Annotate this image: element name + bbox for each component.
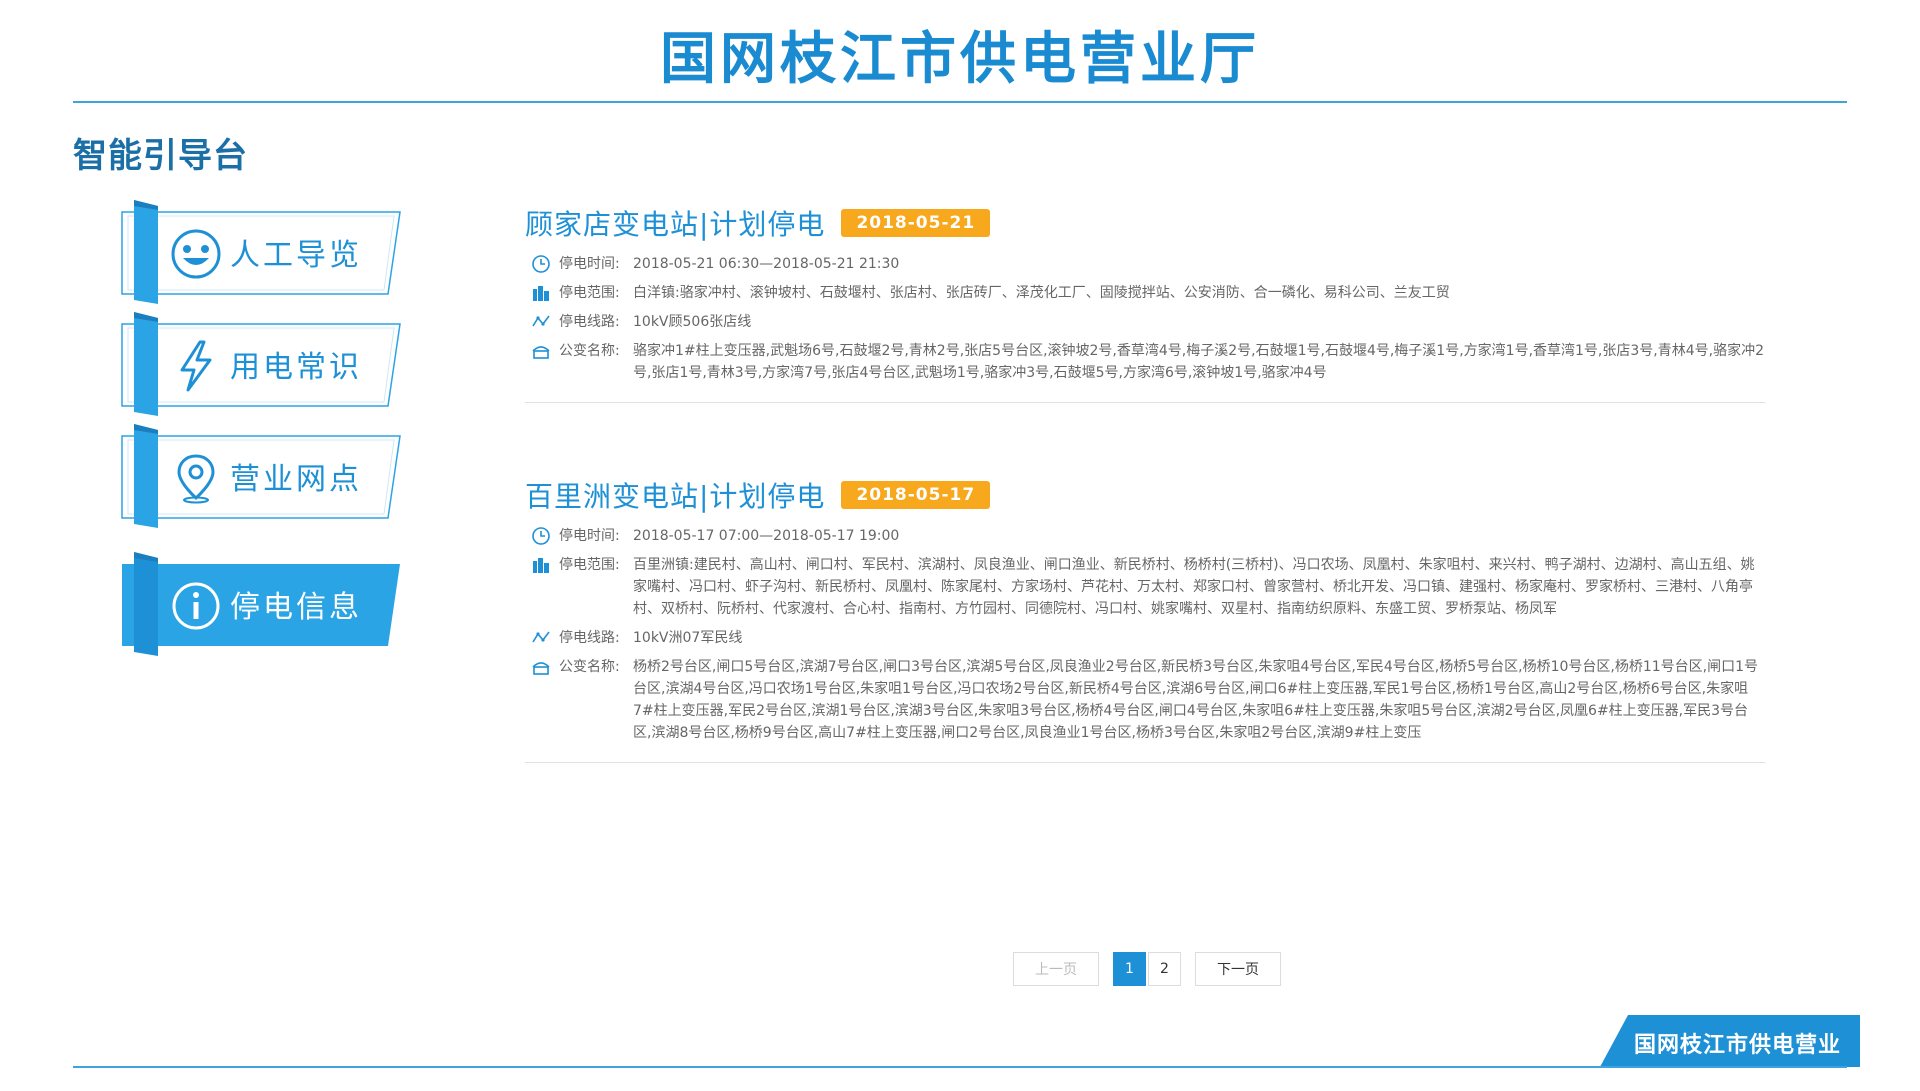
- outage-notice: 顾家店变电站|计划停电 2018-05-21 停电时间: 2018-05-21 …: [525, 203, 1765, 403]
- date-badge: 2018-05-21: [841, 209, 991, 237]
- field-label: 停电范围:: [559, 285, 620, 301]
- menu-item-outage-info[interactable]: 停电信息: [122, 552, 400, 660]
- menu-item-service-outlets[interactable]: 营业网点: [121, 424, 401, 532]
- outage-line: 10kV洲07军民线: [633, 630, 743, 646]
- header-divider: [73, 101, 1847, 103]
- transformer-list: 骆家冲1#柱上变压器,武魁场6号,石鼓堰2号,青林2号,张店5号台区,滚钟坡2号…: [633, 343, 1764, 381]
- footer-divider: [73, 1066, 1847, 1068]
- menu-item-label: 停电信息: [230, 590, 362, 625]
- section-title: 智能引导台: [73, 136, 248, 176]
- field-label: 停电时间:: [559, 256, 620, 272]
- field-label: 停电线路:: [559, 314, 620, 330]
- lightning-icon: [180, 340, 212, 392]
- menu-item-label: 人工导览: [230, 238, 362, 273]
- menu-item-label: 用电常识: [230, 350, 362, 385]
- page-2-button[interactable]: 2: [1148, 952, 1181, 986]
- smiley-icon: [171, 229, 221, 279]
- outage-time: 2018-05-21 06:30—2018-05-21 21:30: [633, 256, 900, 272]
- outage-time: 2018-05-17 07:00—2018-05-17 19:00: [633, 528, 900, 544]
- next-page-button[interactable]: 下一页: [1195, 952, 1281, 986]
- prev-page-button[interactable]: 上一页: [1013, 952, 1099, 986]
- field-label: 公变名称:: [559, 343, 620, 359]
- footer-badge: 国网枝江市供电营业厅: [1600, 1015, 1860, 1090]
- buildings-icon: [533, 558, 549, 573]
- outage-range: 白洋镇:骆家冲村、滚钟坡村、石鼓堰村、张店村、张店砖厂、泽茂化工厂、固陵搅拌站、…: [633, 285, 1450, 301]
- info-icon: [172, 582, 220, 630]
- notice-title[interactable]: 百里洲变电站|计划停电: [525, 475, 825, 515]
- notice-title[interactable]: 顾家店变电站|计划停电: [525, 203, 825, 243]
- field-label: 停电线路:: [559, 630, 620, 646]
- field-label: 停电时间:: [559, 528, 620, 544]
- divider: [525, 402, 1765, 403]
- power-line-icon: [532, 315, 550, 327]
- clock-icon: [532, 527, 550, 545]
- date-badge: 2018-05-17: [841, 481, 991, 509]
- outage-line: 10kV顾506张店线: [633, 314, 752, 330]
- menu-item-electricity-knowledge[interactable]: 用电常识: [121, 312, 401, 420]
- transformer-icon: [532, 662, 550, 675]
- field-label: 停电范围:: [559, 557, 620, 573]
- transformer-icon: [532, 346, 550, 359]
- transformer-list: 杨桥2号台区,闸口5号台区,滨湖7号台区,闸口3号台区,滨湖5号台区,凤良渔业2…: [633, 659, 1759, 741]
- divider: [525, 762, 1765, 763]
- location-pin-icon: [177, 454, 215, 504]
- page-1-button[interactable]: 1: [1113, 952, 1146, 986]
- page-title: 国网枝江市供电营业厅: [660, 27, 1260, 92]
- clock-icon: [532, 255, 550, 273]
- power-line-icon: [532, 631, 550, 643]
- menu-item-manual-guide[interactable]: 人工导览: [121, 200, 401, 308]
- footer-badge-text: 国网枝江市供电营业厅: [1634, 1033, 1842, 1090]
- outage-notice: 百里洲变电站|计划停电 2018-05-17 停电时间: 2018-05-17 …: [525, 475, 1765, 763]
- outage-range: 百里洲镇:建民村、高山村、闸口村、军民村、滨湖村、凤良渔业、闸口渔业、新民桥村、…: [633, 557, 1755, 617]
- pagination: 上一页 1 2 下一页: [1013, 952, 1281, 986]
- menu-item-label: 营业网点: [230, 462, 362, 497]
- buildings-icon: [533, 286, 549, 301]
- field-label: 公变名称:: [559, 659, 620, 675]
